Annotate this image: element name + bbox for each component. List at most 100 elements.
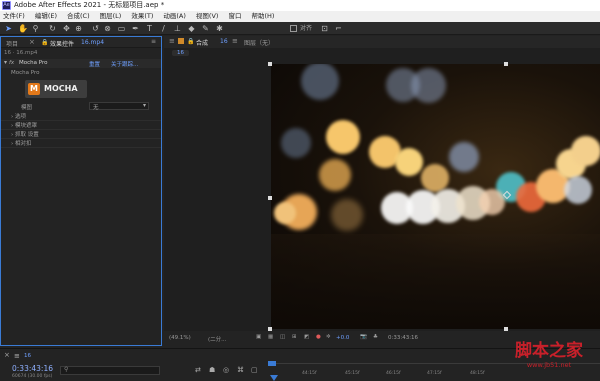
transform-handle[interactable] <box>504 62 508 66</box>
watermark-title: 脚本之家 <box>515 341 583 361</box>
ruler-tick: 47:15f <box>427 371 442 376</box>
effect-header-row: ▾ fx Mocha Pro 重置 关于跟踪... <box>1 59 161 68</box>
timeline-comp-tab[interactable]: 16 <box>24 353 31 359</box>
chevron-right-icon: › <box>11 132 14 138</box>
viewer-timecode[interactable]: 0:33:43:16 <box>388 335 418 341</box>
menu-bar: 文件(F) 编辑(E) 合成(C) 图层(L) 效果(T) 动画(A) 视图(V… <box>0 11 600 22</box>
menu-edit[interactable]: 编辑(E) <box>35 11 57 22</box>
tab-composition[interactable]: 合成 <box>196 38 208 47</box>
effect-group[interactable]: › 选项 <box>1 113 161 121</box>
channel-icon[interactable]: ◩ <box>304 334 309 340</box>
snapshot-camera-icon[interactable]: 📷 <box>360 334 367 340</box>
snap-checkbox[interactable] <box>290 25 297 32</box>
type-tool-icon[interactable]: T <box>145 24 154 33</box>
menu-window[interactable]: 窗口 <box>228 11 241 22</box>
tab-project[interactable]: 项目 <box>6 39 18 48</box>
mask-visibility-icon[interactable]: ◫ <box>280 334 285 340</box>
about-link[interactable]: 关于跟踪... <box>111 60 138 68</box>
rectangle-tool-icon[interactable]: ▭ <box>117 24 126 33</box>
menu-effect[interactable]: 效果(T) <box>131 11 153 22</box>
composition-icon <box>178 38 184 44</box>
hand-tool-icon[interactable]: ✋ <box>18 24 28 33</box>
menu-composition[interactable]: 合成(C) <box>67 11 90 22</box>
draft-3d-icon[interactable]: ☗ <box>209 366 215 374</box>
tab-effect-controls[interactable]: 效果控件 <box>50 39 74 48</box>
undo-icon[interactable]: ↺ <box>91 24 100 33</box>
grid-icon[interactable]: ⊞ <box>292 334 297 340</box>
after-effects-app-icon: Ae <box>2 1 11 10</box>
close-icon[interactable]: × <box>29 38 35 46</box>
panel-menu-icon[interactable]: ≡ <box>232 37 238 45</box>
layer-panel-label[interactable]: 图层（无） <box>244 38 274 47</box>
panel-menu-icon[interactable]: ≡ <box>14 352 20 360</box>
effect-group-label: 选项 <box>14 114 26 120</box>
chevron-down-icon[interactable]: ▾ <box>4 59 7 66</box>
resolution-dropdown[interactable]: (二分... <box>208 335 226 343</box>
show-snapshot-icon[interactable]: ♣ <box>373 334 378 340</box>
exposure-value[interactable]: +0.0 <box>336 335 349 341</box>
frame-blending-icon[interactable]: ▢ <box>251 366 258 374</box>
ruler-tick: 46:15f <box>386 371 401 376</box>
bokeh-light <box>564 176 592 204</box>
ruler-tick: 45:15f <box>345 371 360 376</box>
color-channel-icon[interactable]: ● <box>316 334 321 340</box>
zoom-dropdown[interactable]: (49.1%) <box>169 335 191 341</box>
bokeh-light <box>281 128 311 158</box>
menu-view[interactable]: 视图(V) <box>196 11 219 22</box>
composition-flowchart-icon[interactable]: ⇄ <box>195 366 201 374</box>
motion-blur-icon[interactable]: ◎ <box>223 366 229 374</box>
tab-effect-file[interactable]: 16.mp4 <box>81 39 104 46</box>
reset-link[interactable]: 重置 <box>89 60 100 68</box>
menu-layer[interactable]: 图层(L) <box>100 11 122 22</box>
rotate-tool-icon[interactable]: ↻ <box>48 24 57 33</box>
brush-tool-icon[interactable]: / <box>159 24 168 33</box>
module-label: 模图 <box>21 105 33 111</box>
module-row: 模图 无 ▾ <box>1 102 161 111</box>
mocha-logo[interactable]: M MOCHA <box>25 80 87 98</box>
snap-option-icon[interactable]: ⊡ <box>320 24 329 33</box>
lock-icon[interactable]: 🔒 <box>41 39 48 46</box>
transform-handle[interactable] <box>268 327 272 331</box>
effect-group[interactable]: › 相对扣 <box>1 140 161 148</box>
composition-pill[interactable]: 16 <box>172 50 189 56</box>
effect-group[interactable]: › 抓取 设置 <box>1 131 161 139</box>
tab-composition-name[interactable]: 16 <box>220 38 228 45</box>
fx-icon[interactable]: fx <box>9 60 14 66</box>
exposure-icon[interactable]: ✲ <box>326 334 331 340</box>
transform-handle[interactable] <box>268 62 272 66</box>
camera-tool-icon[interactable]: ✥ <box>62 24 71 33</box>
graph-editor-icon[interactable]: ⌘ <box>237 366 244 374</box>
close-icon[interactable]: × <box>4 351 10 359</box>
module-dropdown[interactable]: 无 ▾ <box>89 102 149 111</box>
menu-file[interactable]: 文件(F) <box>3 11 25 22</box>
puppet-pin-tool-icon[interactable]: ✱ <box>215 24 224 33</box>
eraser-tool-icon[interactable]: ◆ <box>187 24 196 33</box>
clone-stamp-tool-icon[interactable]: ⊥ <box>173 24 182 33</box>
pan-behind-tool-icon[interactable]: ⊕ <box>74 24 83 33</box>
snap-edge-icon[interactable]: ⌐ <box>334 24 343 33</box>
orbit-tool-icon[interactable]: ⊗ <box>103 24 112 33</box>
menu-animation[interactable]: 动画(A) <box>163 11 186 22</box>
transform-handle[interactable] <box>268 196 272 200</box>
selection-tool-icon[interactable]: ➤ <box>4 24 13 33</box>
roto-brush-tool-icon[interactable]: ✎ <box>201 24 210 33</box>
chevron-right-icon: › <box>11 141 14 147</box>
timeline-search-input[interactable]: ⚲ <box>60 366 160 375</box>
effect-group[interactable]: › 模块遮罩 <box>1 122 161 130</box>
transparency-grid-icon[interactable]: ▦ <box>268 334 273 340</box>
pen-tool-icon[interactable]: ✒ <box>131 24 140 33</box>
lock-icon[interactable]: 🔒 <box>187 38 194 45</box>
chevron-right-icon: › <box>11 114 14 120</box>
region-of-interest-icon[interactable]: ▣ <box>256 334 261 340</box>
panel-menu-icon[interactable]: ≡ <box>169 37 175 45</box>
road-blur <box>271 234 600 329</box>
tools-toolbar: ➤ ✋ ⚲ ↻ ✥ ⊕ ↺ ⊗ ▭ ✒ T / ⊥ ◆ ✎ ✱ 对齐 ⊡ ⌐ <box>0 22 600 35</box>
panel-menu-icon[interactable]: ≡ <box>151 38 156 45</box>
transform-handle[interactable] <box>504 327 508 331</box>
timeline-current-time[interactable]: 0:33:43:16 <box>12 364 53 373</box>
zoom-tool-icon[interactable]: ⚲ <box>31 24 40 33</box>
plugin-name: Mocha Pro <box>11 70 40 76</box>
playhead-icon[interactable] <box>270 375 278 381</box>
work-area-start[interactable] <box>268 361 276 366</box>
menu-help[interactable]: 帮助(H) <box>251 11 274 22</box>
